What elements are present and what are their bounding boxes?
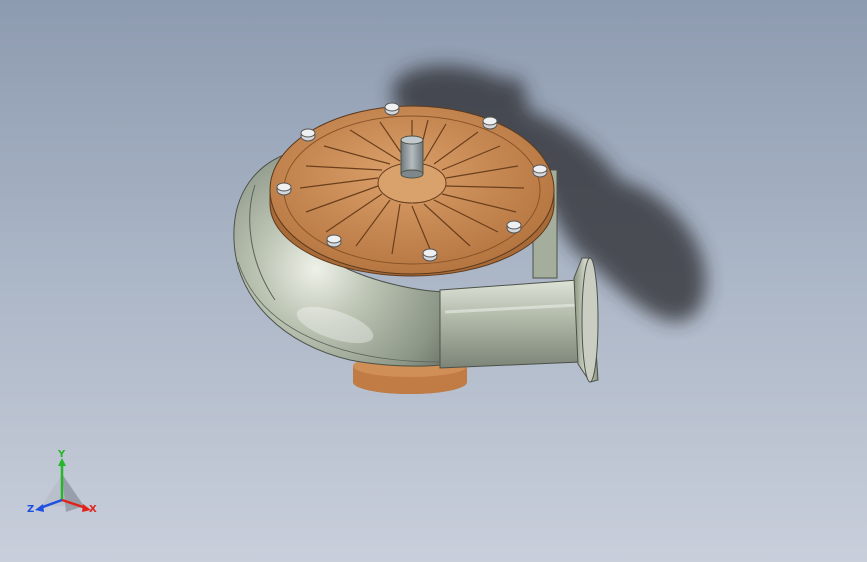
bolt[interactable] [326, 234, 342, 248]
outlet-flange[interactable] [573, 257, 599, 383]
z-axis-label: Z [27, 504, 35, 515]
graphics-viewport[interactable]: Y X Z [0, 0, 867, 562]
bolt[interactable] [506, 220, 522, 234]
model-scene[interactable] [0, 0, 867, 562]
bolt[interactable] [482, 116, 498, 130]
orientation-triad[interactable]: Y X Z [26, 448, 102, 522]
bolt[interactable] [300, 128, 316, 142]
bolt[interactable] [384, 102, 400, 116]
y-axis-label: Y [58, 449, 66, 460]
z-axis-arrow-icon [35, 504, 44, 512]
bolt[interactable] [276, 182, 292, 196]
bolt[interactable] [422, 248, 438, 262]
x-axis-label: X [89, 504, 97, 515]
bolt[interactable] [532, 164, 548, 178]
